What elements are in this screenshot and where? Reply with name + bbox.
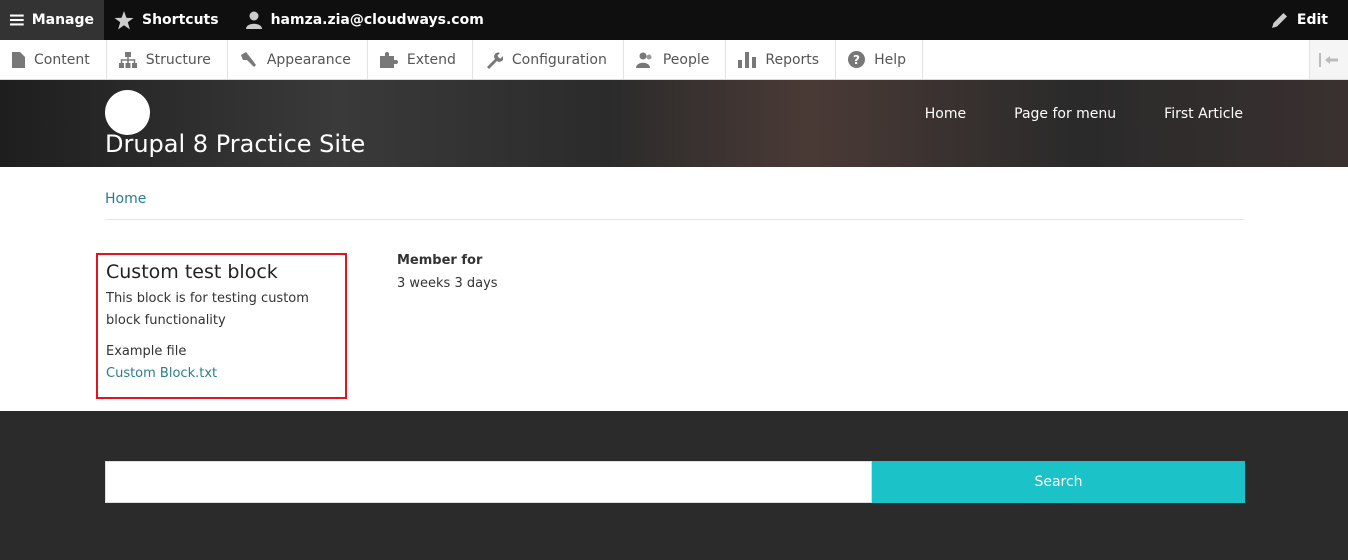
bar-chart-icon — [738, 51, 757, 68]
admin-tray: Content Structure Appearance Extend Conf… — [0, 40, 1348, 80]
tray-label-reports: Reports — [765, 51, 820, 68]
site-logo[interactable] — [105, 90, 150, 135]
admin-toolbar: Manage Shortcuts hamza.zia@cloudways.com… — [0, 0, 1348, 40]
block-body: This block is for testing custom block f… — [106, 291, 309, 328]
site-header: Drupal 8 Practice Site Home Page for men… — [0, 80, 1348, 167]
help-icon: ? — [848, 51, 866, 68]
user-label: hamza.zia@cloudways.com — [270, 12, 484, 28]
manage-button[interactable]: Manage — [0, 0, 104, 40]
main-content: Home Custom test block This block is for… — [0, 167, 1348, 411]
tray-label-appearance: Appearance — [266, 51, 351, 68]
tray-label-help: Help — [874, 51, 906, 68]
tray-item-reports[interactable]: Reports — [726, 40, 837, 79]
nav-home[interactable]: Home — [925, 106, 966, 122]
tray-item-extend[interactable]: Extend — [368, 40, 473, 79]
member-label: Member for — [397, 253, 483, 268]
tray-item-configuration[interactable]: Configuration — [473, 40, 624, 79]
main-navigation: Home Page for menu First Article — [925, 106, 1243, 122]
svg-text:?: ? — [853, 53, 860, 67]
search-input[interactable] — [105, 461, 872, 503]
footer: Search — [0, 411, 1348, 560]
document-icon — [12, 51, 25, 68]
pencil-icon — [1271, 13, 1287, 28]
puzzle-icon — [379, 51, 398, 68]
wrench-icon — [486, 52, 503, 69]
tray-label-configuration: Configuration — [511, 51, 607, 68]
edit-label: Edit — [1296, 12, 1328, 28]
custom-block: Custom test block This block is for test… — [96, 253, 347, 399]
manage-label: Manage — [31, 12, 94, 28]
collapse-tray-button[interactable] — [1309, 40, 1348, 79]
tray-label-people: People — [662, 51, 710, 68]
edit-button[interactable]: Edit — [1261, 0, 1348, 40]
paintbrush-icon — [240, 51, 256, 67]
breadcrumb-home[interactable]: Home — [105, 191, 146, 207]
nav-first-article[interactable]: First Article — [1164, 106, 1243, 122]
member-value: 3 weeks 3 days — [397, 276, 498, 291]
tray-item-people[interactable]: People — [624, 40, 727, 79]
divider — [105, 219, 1245, 220]
tray-item-help[interactable]: ? Help — [836, 40, 923, 79]
tray-label-content: Content — [34, 51, 90, 68]
collapse-icon — [1319, 52, 1338, 67]
tray-item-appearance[interactable]: Appearance — [228, 40, 368, 79]
tray-item-structure[interactable]: Structure — [107, 40, 228, 79]
user-button[interactable]: hamza.zia@cloudways.com — [235, 0, 494, 40]
file-label: Example file — [106, 344, 187, 359]
block-title: Custom test block — [106, 261, 278, 283]
tray-label-extend: Extend — [406, 51, 456, 68]
hamburger-icon — [10, 14, 24, 26]
tray-label-structure: Structure — [145, 51, 211, 68]
user-icon — [245, 11, 262, 29]
search-button[interactable]: Search — [872, 461, 1245, 503]
member-info: Member for 3 weeks 3 days — [397, 251, 498, 297]
tray-item-content[interactable]: Content — [0, 40, 107, 79]
site-name[interactable]: Drupal 8 Practice Site — [105, 130, 365, 158]
shortcuts-button[interactable]: Shortcuts — [104, 0, 229, 40]
shortcuts-label: Shortcuts — [142, 12, 219, 28]
sitemap-icon — [118, 51, 137, 68]
file-link[interactable]: Custom Block.txt — [106, 363, 337, 385]
people-icon — [635, 52, 652, 68]
star-icon — [114, 10, 134, 29]
nav-page-for-menu[interactable]: Page for menu — [1014, 106, 1116, 122]
